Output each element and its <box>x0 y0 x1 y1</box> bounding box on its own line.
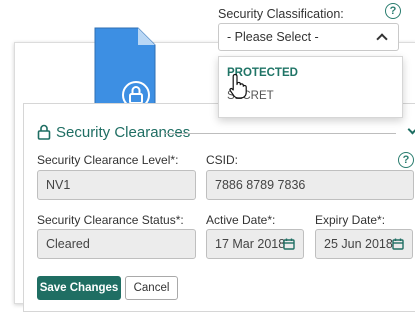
active-date-label: Active Date*: <box>206 213 276 227</box>
expiry-date-label: Expiry Date*: <box>315 213 386 227</box>
csid-label: CSID: <box>206 153 239 167</box>
security-classification-select[interactable]: - Please Select - <box>218 23 399 51</box>
clearance-status-label: Security Clearance Status*: <box>37 213 184 227</box>
help-icon[interactable]: ? <box>385 3 401 19</box>
save-changes-button[interactable]: Save Changes <box>37 276 121 300</box>
security-classification-label: Security Classification: <box>218 7 344 21</box>
clearance-status-field[interactable]: Cleared <box>37 229 196 259</box>
clearance-status-value: Cleared <box>46 237 90 251</box>
lock-icon <box>37 124 51 140</box>
active-date-field[interactable]: 17 Mar 2018 <box>206 229 304 259</box>
section-divider <box>164 133 396 134</box>
help-icon[interactable]: ? <box>398 152 414 168</box>
secure-document-icon <box>94 27 156 115</box>
hand-pointer-icon <box>229 73 247 99</box>
cancel-button[interactable]: Cancel <box>125 276 178 300</box>
clearance-level-field[interactable]: NV1 <box>37 170 196 200</box>
calendar-icon[interactable] <box>283 238 295 250</box>
expiry-date-field[interactable]: 25 Jun 2018 <box>315 229 413 259</box>
csid-value: 7886 8789 7836 <box>215 178 306 192</box>
active-date-value: 17 Mar 2018 <box>215 237 286 251</box>
select-value: - Please Select - <box>227 30 319 44</box>
chevron-up-icon <box>376 33 388 45</box>
calendar-icon[interactable] <box>392 238 404 250</box>
clearance-level-label: Security Clearance Level*: <box>37 153 179 167</box>
expiry-date-value: 25 Jun 2018 <box>324 237 393 251</box>
csid-field[interactable]: 7886 8789 7836 <box>206 170 414 200</box>
clearance-level-value: NV1 <box>46 178 71 192</box>
